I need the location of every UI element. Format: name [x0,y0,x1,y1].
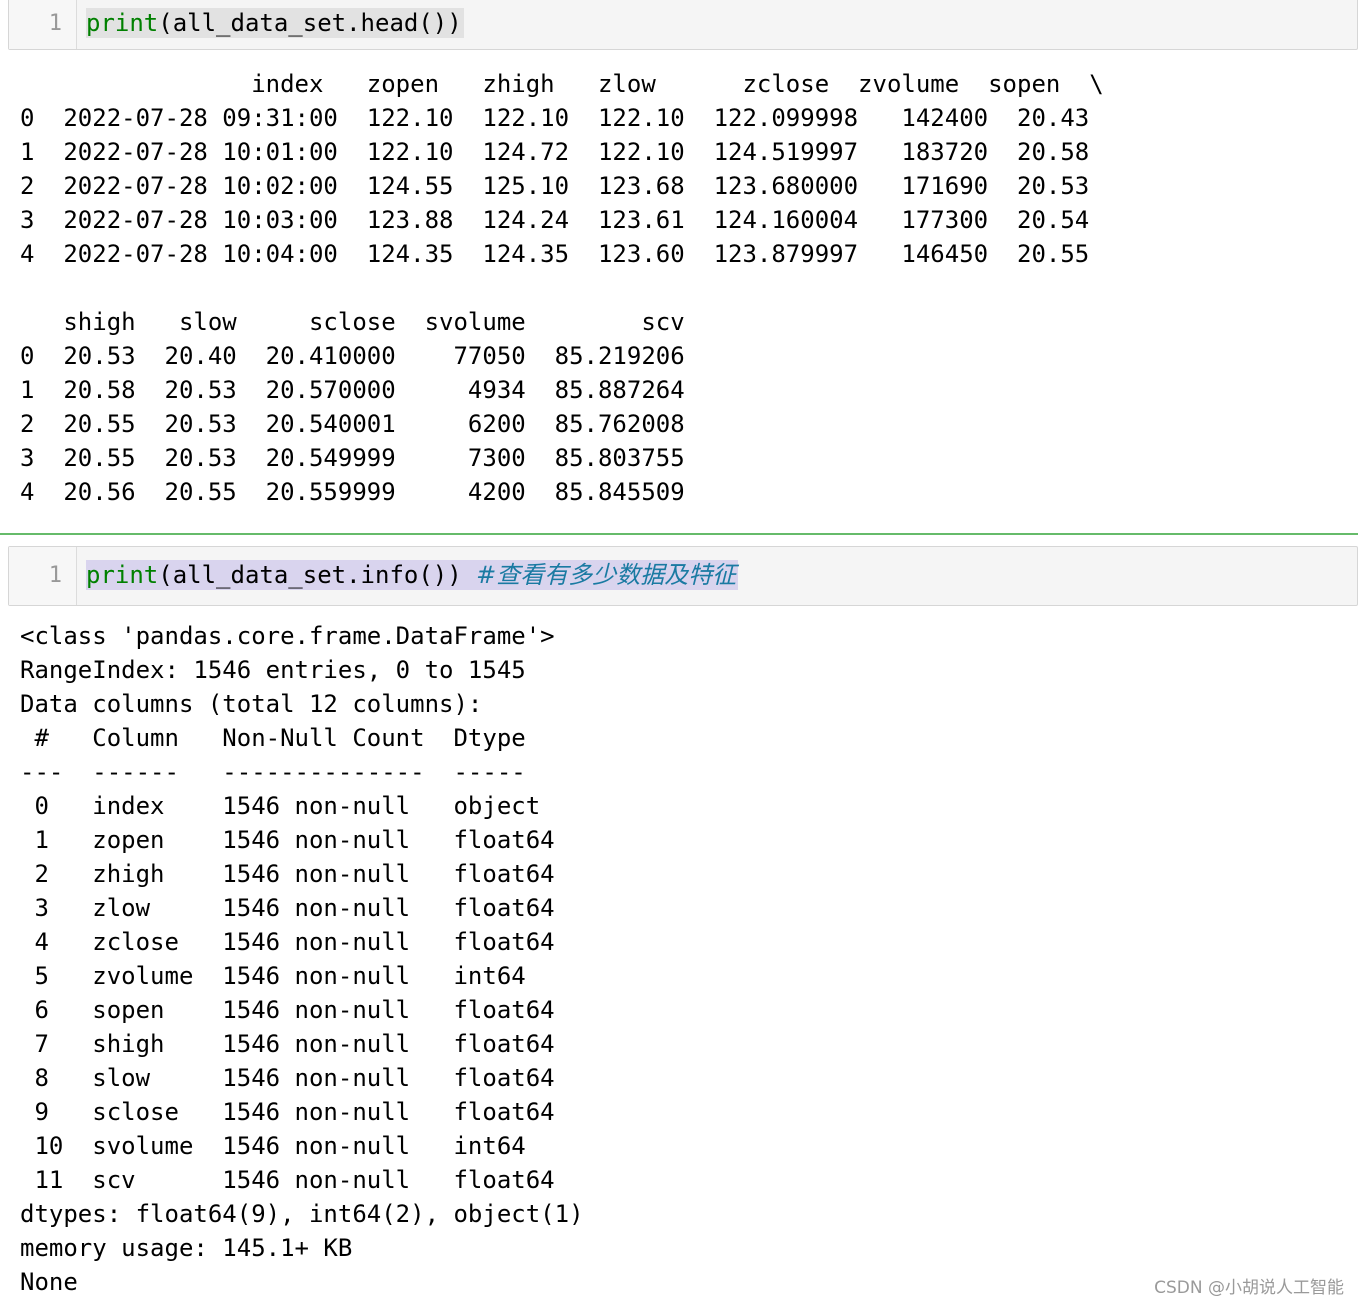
output-line: 1 zopen 1546 non-null float64 [20,826,555,854]
output-line: index zopen zhigh zlow zclose zvolume so… [20,70,1104,98]
output-line: 11 scv 1546 non-null float64 [20,1166,555,1194]
cell-separator [0,533,1358,535]
code-keyword: print [86,561,159,589]
output-line: 6 sopen 1546 non-null float64 [20,996,555,1024]
output-line: 3 zlow 1546 non-null float64 [20,894,555,922]
output-line: 3 2022-07-28 10:03:00 123.88 124.24 123.… [20,206,1090,234]
output-line: 0 20.53 20.40 20.410000 77050 85.219206 [20,342,685,370]
watermark: CSDN @小胡说人工智能 [1154,1278,1344,1298]
output-line: memory usage: 145.1+ KB [20,1234,353,1262]
output-line: 2 20.55 20.53 20.540001 6200 85.762008 [20,410,685,438]
cell-1-output-block-1: index zopen zhigh zlow zclose zvolume so… [20,67,1104,271]
output-line: 4 20.56 20.55 20.559999 4200 85.845509 [20,478,685,506]
output-line: 2 2022-07-28 10:02:00 124.55 125.10 123.… [20,172,1090,200]
line-number: 1 [48,563,62,588]
output-line: 0 2022-07-28 09:31:00 122.10 122.10 122.… [20,104,1090,132]
output-line: 2 zhigh 1546 non-null float64 [20,860,555,888]
output-line: None [20,1268,78,1296]
code-cell-1-input[interactable]: 1 print(all_data_set.head()) [8,0,1358,50]
line-number-gutter: 1 [9,0,77,49]
code-text: (all_data_set.info()) [158,561,477,589]
line-number: 1 [48,11,62,36]
code-cell-2-input[interactable]: 1 print(all_data_set.info()) #查看有多少数据及特征 [8,546,1358,606]
output-line: shigh slow sclose svolume scv [20,308,685,336]
output-line: 1 20.58 20.53 20.570000 4934 85.887264 [20,376,685,404]
output-line: 4 zclose 1546 non-null float64 [20,928,555,956]
cell-2-output: <class 'pandas.core.frame.DataFrame'> Ran… [20,619,584,1299]
cell-1-output-block-2: shigh slow sclose svolume scv 0 20.53 20.… [20,305,685,509]
output-line: Data columns (total 12 columns): [20,690,483,718]
output-line: 1 2022-07-28 10:01:00 122.10 124.72 122.… [20,138,1090,166]
output-line: 9 sclose 1546 non-null float64 [20,1098,555,1126]
output-line: 0 index 1546 non-null object [20,792,555,820]
output-line: 8 slow 1546 non-null float64 [20,1064,555,1092]
output-line: 10 svolume 1546 non-null int64 [20,1132,555,1160]
code-keyword: print [86,9,159,37]
code-text: (all_data_set.head()) [158,9,462,37]
code-line: print(all_data_set.info()) #查看有多少数据及特征 [86,560,739,590]
line-number-gutter: 1 [9,547,77,605]
output-line: <class 'pandas.core.frame.DataFrame'> [20,622,555,650]
output-line: dtypes: float64(9), int64(2), object(1) [20,1200,584,1228]
output-line: --- ------ -------------- ----- [20,758,555,786]
output-line: 5 zvolume 1546 non-null int64 [20,962,555,990]
output-line: 7 shigh 1546 non-null float64 [20,1030,555,1058]
output-line: 4 2022-07-28 10:04:00 124.35 124.35 123.… [20,240,1090,268]
output-line: RangeIndex: 1546 entries, 0 to 1545 [20,656,526,684]
code-line: print(all_data_set.head()) [86,8,464,38]
code-comment: #查看有多少数据及特征 [476,561,737,589]
output-line: # Column Non-Null Count Dtype [20,724,555,752]
output-line: 3 20.55 20.53 20.549999 7300 85.803755 [20,444,685,472]
